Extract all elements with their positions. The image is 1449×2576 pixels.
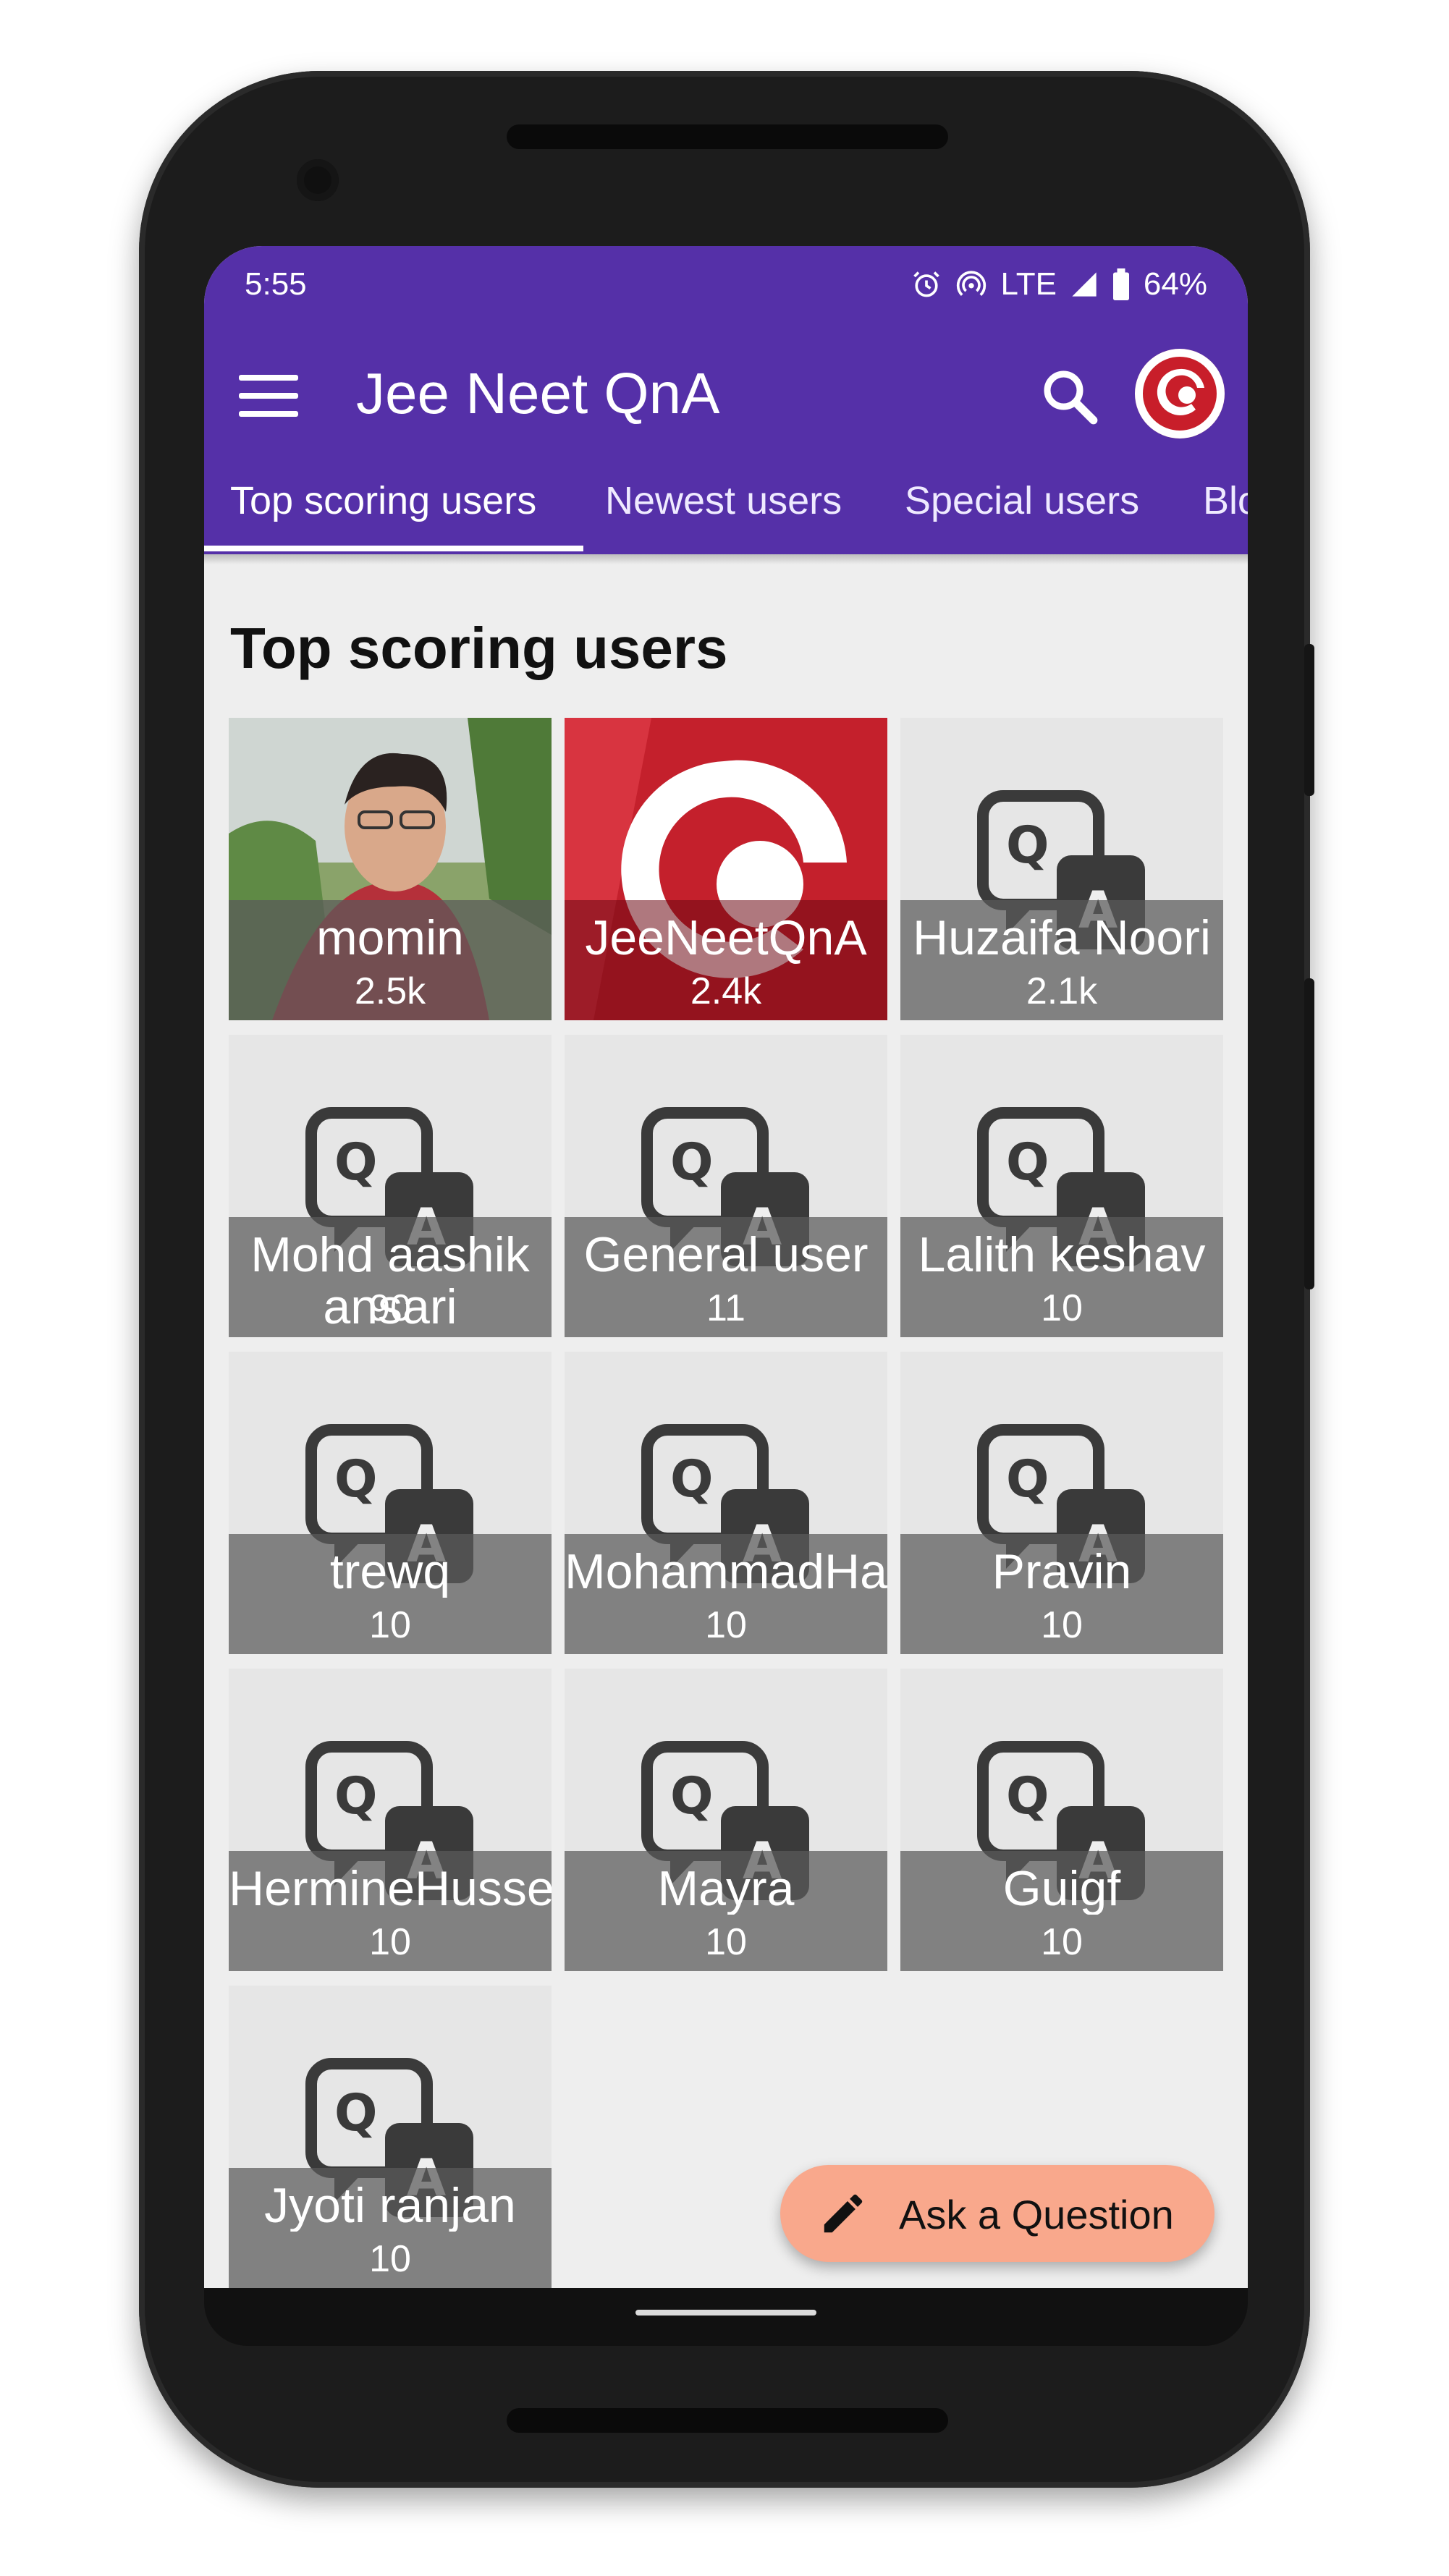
section-title: Top scoring users — [230, 616, 728, 680]
svg-text:Q: Q — [1006, 815, 1049, 875]
svg-text:Q: Q — [1006, 1132, 1049, 1192]
tab-bar: Top scoring users Newest users Special u… — [204, 460, 1248, 554]
user-score: 10 — [1041, 1287, 1083, 1329]
user-score: 90 — [369, 1287, 411, 1329]
ask-question-label: Ask a Question — [899, 2192, 1174, 2237]
side-button-lower — [1304, 978, 1314, 1289]
svg-text:Q: Q — [334, 1132, 378, 1192]
navigation-bar — [204, 2288, 1248, 2346]
user-score: 11 — [706, 1287, 745, 1329]
user-score: 10 — [705, 1921, 747, 1963]
tab-indicator — [204, 546, 583, 551]
tab-blocked-users[interactable]: Blo — [1203, 465, 1248, 537]
status-time: 5:55 — [245, 266, 307, 302]
user-score: 10 — [1041, 1604, 1083, 1646]
home-gesture-handle[interactable] — [635, 2310, 816, 2316]
svg-text:Q: Q — [670, 1766, 714, 1826]
user-card[interactable]: Q A Lalith keshav 10 — [900, 1035, 1223, 1337]
user-card[interactable]: Q A HermineHusse 10 — [229, 1669, 552, 1971]
user-card[interactable]: Q A Mayra 10 — [565, 1669, 887, 1971]
earpiece-speaker — [507, 124, 948, 149]
app-bar: Jee Neet QnA — [204, 323, 1248, 460]
user-score: 10 — [1041, 1921, 1083, 1963]
user-name: Huzaifa Noori — [913, 912, 1211, 964]
user-card[interactable]: Q A Huzaifa Noori 2.1k — [900, 718, 1223, 1020]
svg-text:Q: Q — [1006, 1449, 1049, 1509]
svg-text:Q: Q — [334, 1766, 378, 1826]
user-name: Jyoti ranjan — [264, 2179, 516, 2232]
user-name: JeeNeetQnA — [585, 912, 867, 964]
user-name: Mayra — [657, 1863, 795, 1915]
battery-icon — [1112, 268, 1129, 300]
search-icon[interactable] — [1036, 363, 1102, 428]
svg-text:Q: Q — [1006, 1766, 1049, 1826]
user-name: General user — [583, 1229, 869, 1281]
app-logo-icon[interactable] — [1135, 349, 1225, 438]
pencil-icon — [824, 2194, 863, 2233]
user-name: HermineHusse — [229, 1863, 552, 1915]
user-score: 2.5k — [354, 970, 426, 1012]
side-button-upper — [1304, 644, 1314, 796]
battery-level: 64% — [1143, 266, 1207, 302]
hotspot-icon — [957, 271, 987, 296]
hamburger-menu-icon[interactable] — [239, 375, 298, 417]
user-card[interactable]: JeeNeetQnA 2.4k — [565, 718, 887, 1020]
status-icons: LTE 64% — [911, 266, 1207, 302]
user-card[interactable]: Q A Jyoti ranjan 10 — [229, 1986, 552, 2288]
network-type: LTE — [1000, 266, 1057, 302]
status-bar: 5:55 LTE 64% — [204, 246, 1248, 323]
tab-shadow — [204, 554, 1248, 564]
user-name: MohammadHa — [565, 1546, 887, 1598]
user-card[interactable]: Q A trewq 10 — [229, 1352, 552, 1654]
user-score: 2.4k — [690, 970, 762, 1012]
user-name: Lalith keshav — [918, 1229, 1206, 1281]
user-card[interactable]: momin 2.5k — [229, 718, 552, 1020]
user-name: trewq — [329, 1546, 451, 1598]
user-name: momin — [316, 912, 465, 964]
svg-text:Q: Q — [334, 1449, 378, 1509]
tab-top-scoring-users[interactable]: Top scoring users — [230, 465, 536, 537]
user-score: 10 — [369, 1921, 411, 1963]
user-score: 10 — [705, 1604, 747, 1646]
signal-icon — [1072, 272, 1097, 297]
app-screen: 5:55 LTE 64% Jee Neet QnA Top scoring us… — [204, 246, 1248, 2288]
front-camera — [297, 159, 339, 201]
tab-special-users[interactable]: Special users — [905, 465, 1139, 537]
user-card[interactable]: Q A Mohd aashik ansari 90 — [229, 1035, 552, 1337]
user-score: 2.1k — [1026, 970, 1098, 1012]
tab-newest-users[interactable]: Newest users — [605, 465, 842, 537]
user-score: 10 — [369, 2238, 411, 2280]
svg-text:Q: Q — [670, 1449, 714, 1509]
user-score: 10 — [369, 1604, 411, 1646]
user-name: Guigf — [1002, 1863, 1121, 1915]
app-title: Jee Neet QnA — [356, 361, 720, 425]
user-name: Pravin — [992, 1546, 1132, 1598]
user-card[interactable]: Q A MohammadHa 10 — [565, 1352, 887, 1654]
user-card[interactable]: Q A Pravin 10 — [900, 1352, 1223, 1654]
user-card[interactable]: Q A General user 11 — [565, 1035, 887, 1337]
bottom-speaker — [507, 2408, 948, 2433]
svg-text:Q: Q — [334, 2083, 378, 2143]
ask-question-button[interactable]: Ask a Question — [780, 2165, 1214, 2262]
svg-text:Q: Q — [670, 1132, 714, 1192]
user-card[interactable]: Q A Guigf 10 — [900, 1669, 1223, 1971]
alarm-icon — [913, 271, 940, 297]
